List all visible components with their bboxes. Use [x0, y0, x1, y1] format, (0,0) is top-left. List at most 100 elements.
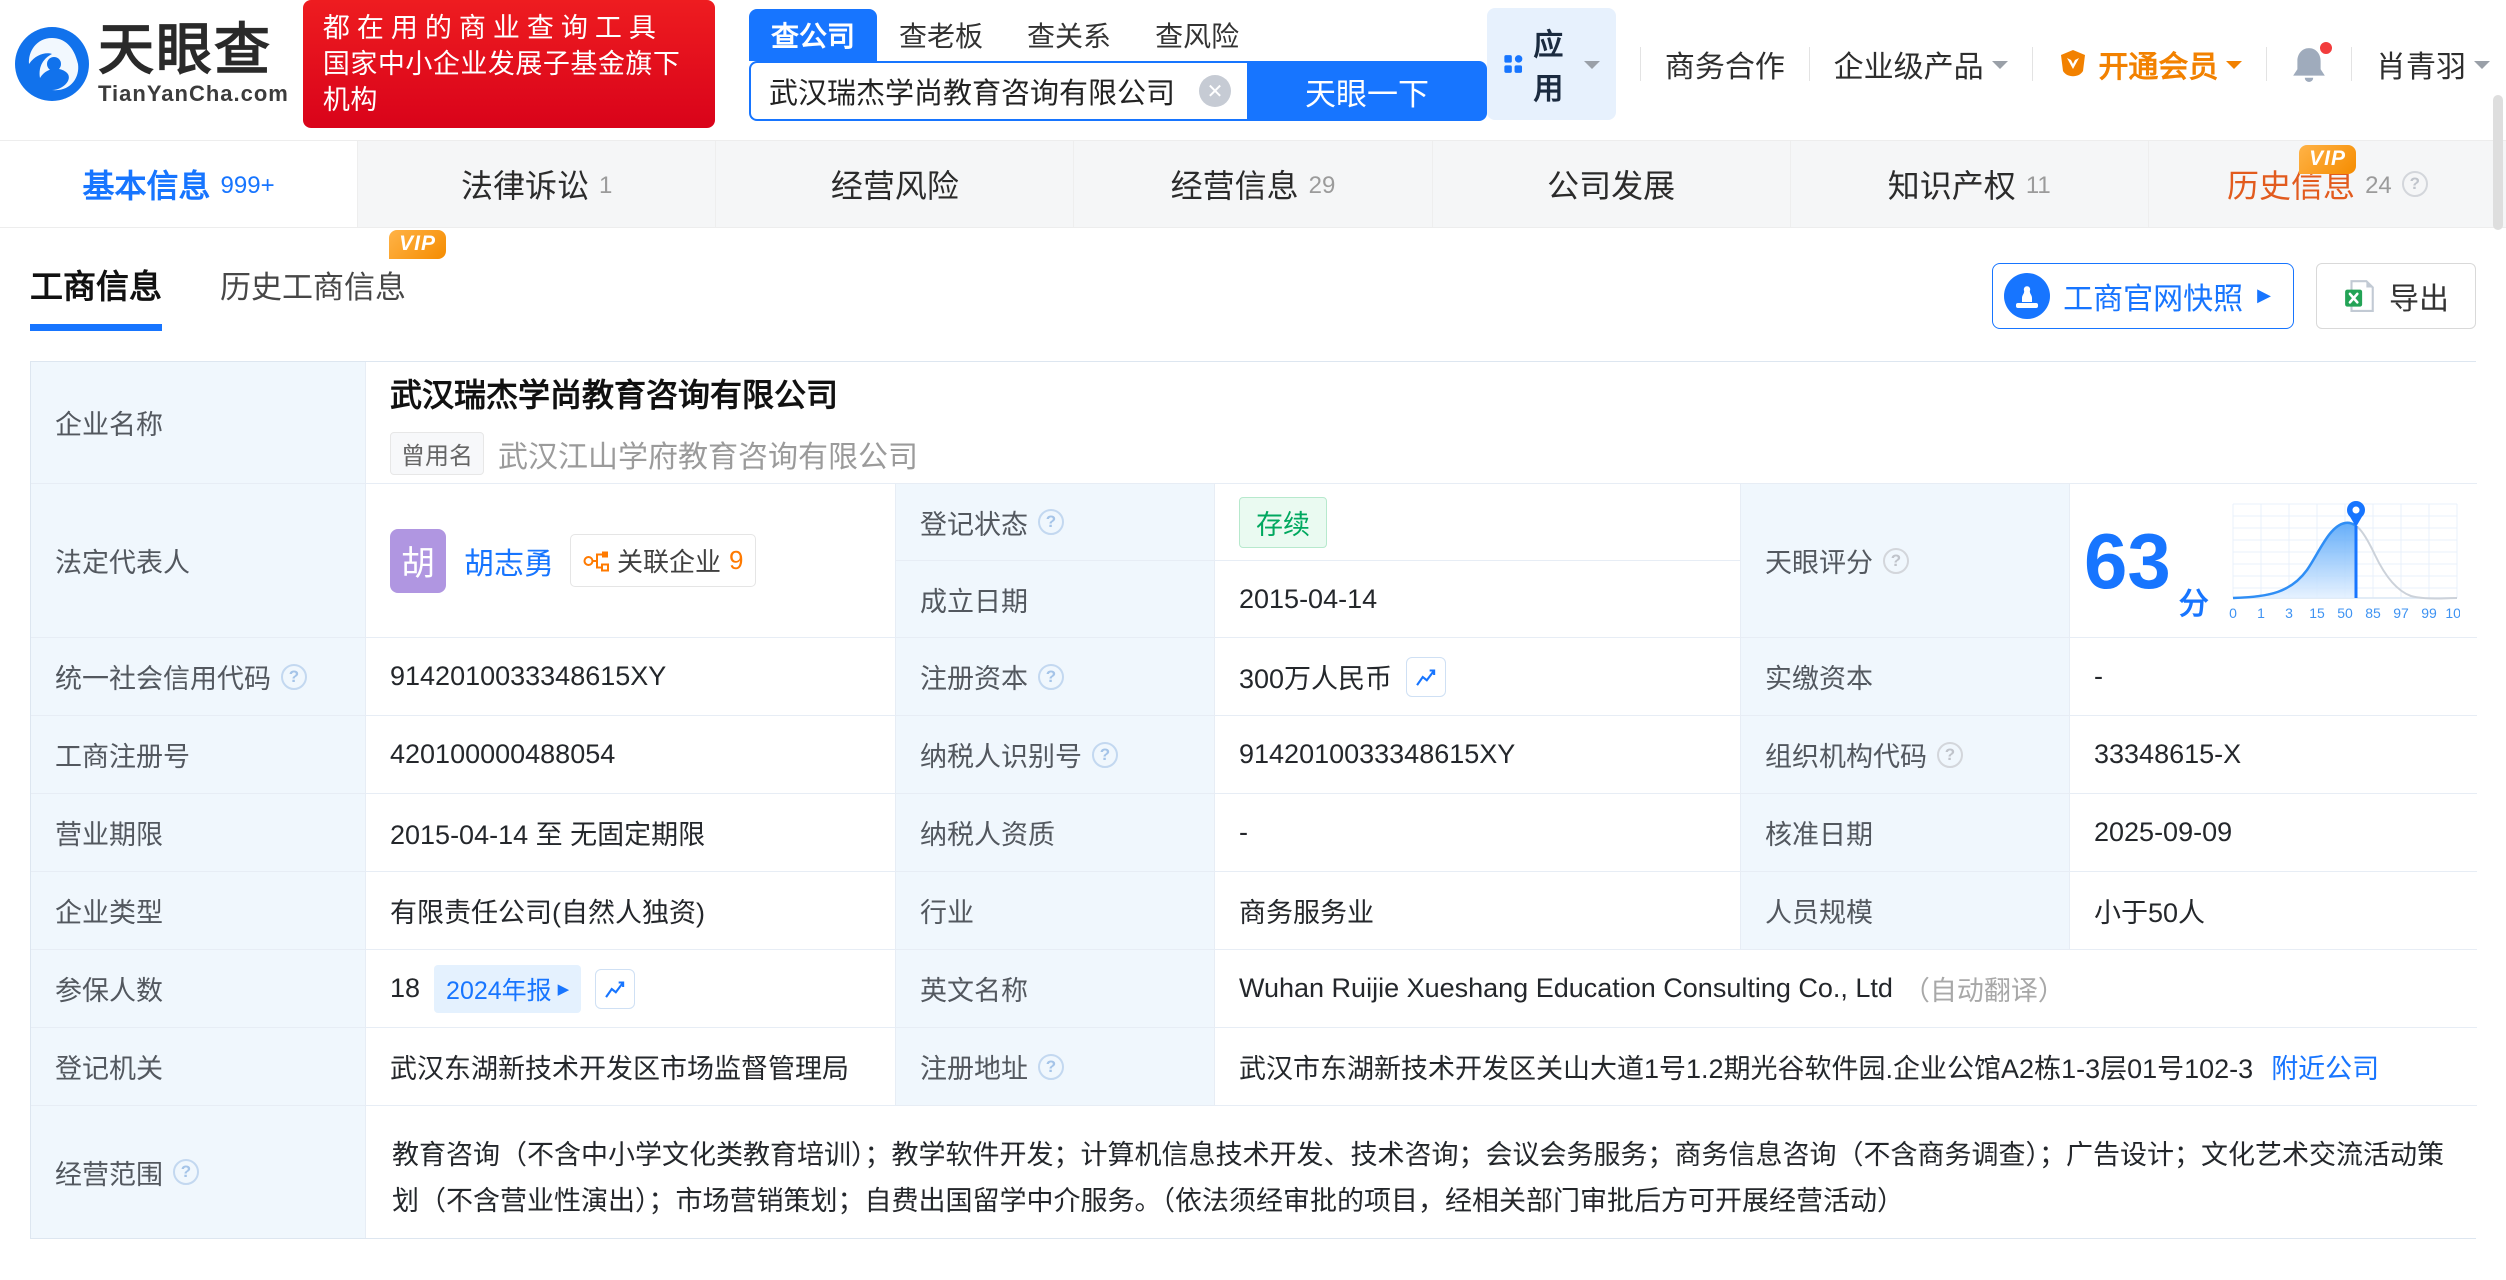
snapshot-label: 工商官网快照 [2063, 282, 2244, 316]
help-icon[interactable]: ? [1937, 741, 1963, 768]
taxpayer-id-label: 纳税人识别号 [920, 742, 1082, 772]
promo-line2: 国家中小企业发展子基金旗下机构 [322, 49, 681, 115]
tianyancha-logo[interactable]: 天眼查 TianYanCha.com [14, 21, 289, 107]
notifications-bell[interactable] [2291, 39, 2336, 83]
search-tab-risk[interactable]: 查风险 [1133, 9, 1261, 61]
tab-label: 知识产权 [1887, 168, 2016, 204]
search-input[interactable] [749, 61, 1247, 121]
tab-count: 24 [2365, 172, 2392, 199]
divider [1640, 47, 1641, 81]
promo-line1: 都在用的商业查询工具 [322, 13, 663, 43]
brand-domain: TianYanCha.com [98, 81, 289, 106]
nav-vip-label: 开通会员 [2098, 51, 2219, 84]
tab-count: 11 [2025, 172, 2051, 199]
nav-enterprise-label: 企业级产品 [1833, 51, 1984, 84]
insured-trend-icon[interactable] [595, 968, 636, 1009]
tab-intellectual-property[interactable]: 知识产权 11 [1791, 141, 2149, 227]
subtab-label: 历史工商信息 [220, 269, 406, 305]
score-label: 天眼评分 [1765, 548, 1873, 578]
legal-rep-label: 法定代表人 [31, 484, 366, 638]
svg-text:100: 100 [2445, 605, 2460, 621]
tab-company-development[interactable]: 公司发展 [1433, 141, 1791, 227]
staff-size-value: 小于50人 [2070, 872, 2477, 950]
org-chart-icon [583, 551, 609, 571]
annual-report-label: 2024年报 [446, 976, 552, 1005]
est-date-label: 成立日期 [896, 561, 1215, 638]
help-icon[interactable]: ? [1038, 509, 1064, 535]
org-code-label-cell: 组织机构代码 ? [1741, 716, 2070, 794]
capital-trend-icon[interactable] [1406, 656, 1447, 697]
approval-date-value: 2025-09-09 [2070, 794, 2477, 872]
tab-count: 29 [1308, 172, 1336, 199]
term-value: 2015-04-14 至 无固定期限 [366, 794, 896, 872]
reg-status-label: 登记状态 [920, 509, 1028, 540]
arrow-right-icon: ▶ [2257, 285, 2271, 305]
legal-rep-cell: 胡 胡志勇 关联企业 9 [366, 484, 896, 638]
sub-nav: 工商信息 VIP 历史工商信息 工商官网快照 ▶ 导出 [0, 228, 2506, 351]
help-icon[interactable]: ? [1038, 1053, 1064, 1080]
search-tab-relation[interactable]: 查关系 [1005, 9, 1133, 61]
svg-text:0: 0 [2229, 605, 2237, 621]
help-icon[interactable]: ? [1038, 663, 1064, 690]
chevron-down-icon [2473, 60, 2490, 77]
score-value: 63 [2084, 516, 2171, 605]
former-name-tag: 曾用名 [390, 432, 484, 475]
legal-rep-avatar[interactable]: 胡 [390, 528, 446, 593]
tab-operating-info[interactable]: 经营信息 29 [1074, 141, 1433, 227]
staff-size-label: 人员规模 [1741, 872, 2070, 950]
reg-capital-label: 注册资本 [920, 664, 1028, 694]
export-button[interactable]: 导出 [2316, 262, 2476, 329]
en-name-label: 英文名称 [896, 950, 1215, 1028]
tab-operating-risk[interactable]: 经营风险 [716, 141, 1075, 227]
tab-history-info[interactable]: VIP 历史信息 24 ? [2149, 141, 2506, 227]
clear-search-icon[interactable]: ✕ [1199, 75, 1231, 107]
nav-enterprise[interactable]: 企业级产品 [1834, 42, 2008, 86]
user-menu[interactable]: 肖青羽 [2376, 42, 2490, 86]
score-cell: 63 分 0 1 3 15 50 85 97 99 10 [2070, 484, 2477, 638]
reg-status-label-cell: 登记状态 ? [896, 484, 1215, 561]
tab-label: 基本信息 [82, 168, 211, 204]
svg-text:85: 85 [2365, 605, 2381, 621]
annual-report-badge[interactable]: 2024年报 ▶ [434, 964, 582, 1013]
related-companies-badge[interactable]: 关联企业 9 [570, 534, 757, 587]
tab-count: 1 [599, 172, 613, 199]
help-icon[interactable]: ? [1883, 547, 1909, 574]
nearby-companies-link[interactable]: 附近公司 [2271, 1047, 2379, 1086]
tab-basic-info[interactable]: 基本信息 999+ [0, 141, 359, 227]
apps-menu[interactable]: 应用 [1487, 8, 1617, 120]
scope-value: 教育咨询（不含中小学文化类教育培训）；教学软件开发；计算机信息技术开发、技术咨询… [366, 1106, 2477, 1238]
reg-no-value: 420100000488054 [366, 716, 896, 794]
help-icon[interactable]: ? [2401, 171, 2428, 197]
help-icon[interactable]: ? [281, 663, 307, 690]
company-type-value: 有限责任公司(自然人独资) [366, 872, 896, 950]
page-header: 天眼查 TianYanCha.com 都在用的商业查询工具 国家中小企业发展子基… [0, 0, 2506, 230]
tab-label: 经营信息 [1170, 168, 1299, 204]
help-icon[interactable]: ? [1092, 741, 1118, 768]
reg-capital-cell: 300万人民币 [1215, 638, 1741, 716]
en-name-value: Wuhan Ruijie Xueshang Education Consulti… [1239, 973, 1893, 1003]
search-area: 查公司 查老板 查关系 查风险 ✕ 天眼一下 [749, 9, 1487, 121]
apps-grid-icon [1504, 55, 1523, 73]
user-name: 肖青羽 [2375, 51, 2466, 84]
apps-label: 应用 [1533, 29, 1564, 106]
legal-rep-name-link[interactable]: 胡志勇 [464, 539, 554, 583]
search-tab-boss[interactable]: 查老板 [877, 9, 1005, 61]
nav-vip-upgrade[interactable]: 开通会员 [2056, 42, 2243, 86]
vip-badge: VIP [389, 229, 446, 259]
crown-icon [2061, 50, 2086, 77]
svg-text:3: 3 [2285, 605, 2293, 621]
subtab-history-business-info[interactable]: VIP 历史工商信息 [220, 229, 446, 330]
tab-legal[interactable]: 法律诉讼 1 [358, 141, 717, 227]
help-icon[interactable]: ? [173, 1159, 199, 1185]
official-snapshot-button[interactable]: 工商官网快照 ▶ [1992, 262, 2294, 329]
authority-value: 武汉东湖新技术开发区市场监督管理局 [366, 1028, 896, 1106]
chevron-down-icon [1584, 60, 1601, 77]
nav-cooperation[interactable]: 商务合作 [1665, 42, 1785, 86]
search-button[interactable]: 天眼一下 [1247, 61, 1487, 121]
divider [2031, 47, 2033, 81]
subtab-business-info[interactable]: 工商信息 [30, 260, 162, 331]
related-companies-label: 关联企业 [617, 547, 722, 577]
notification-dot [2317, 39, 2336, 57]
main-tab-bar: 基本信息 999+ 法律诉讼 1 经营风险 经营信息 29 公司发展 知识产权 … [0, 140, 2506, 228]
search-tab-company[interactable]: 查公司 [749, 9, 878, 61]
